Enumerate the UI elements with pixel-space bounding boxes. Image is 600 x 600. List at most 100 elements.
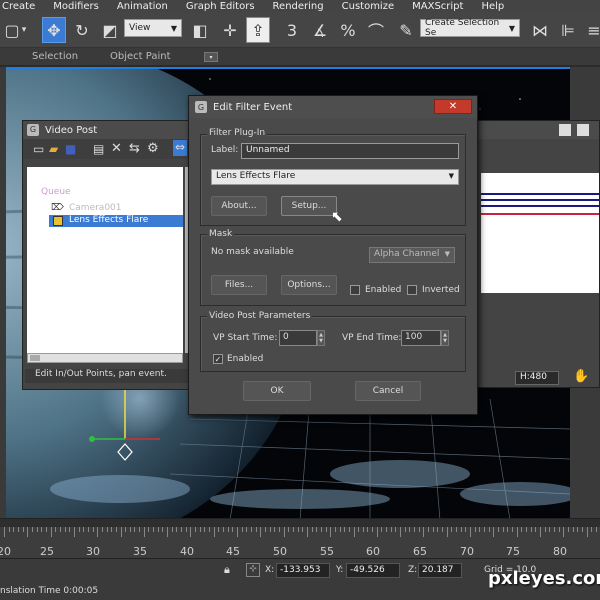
timeline-tick bbox=[591, 527, 593, 532]
x-coordinate[interactable]: -133.953 bbox=[276, 563, 330, 578]
enabled-checkbox[interactable]: ✓ bbox=[213, 354, 223, 364]
options-button[interactable]: Options... bbox=[281, 275, 337, 295]
tree-item-camera[interactable]: Camera001 bbox=[69, 203, 122, 213]
vp-end-input[interactable]: 100 bbox=[401, 330, 441, 346]
setup-button[interactable]: Setup... bbox=[281, 196, 337, 216]
keyboard-shortcut-icon[interactable]: ⇪ bbox=[246, 17, 270, 43]
new-sequence-icon[interactable]: ▭ bbox=[33, 142, 44, 156]
timeline-tick bbox=[549, 527, 551, 532]
edit-filter-event-dialog: G Edit Filter Event ✕ Filter Plug-In Lab… bbox=[188, 95, 478, 415]
chevron-down-icon[interactable]: ▾ bbox=[18, 17, 30, 43]
timeline-tick bbox=[316, 527, 318, 532]
rotate-icon[interactable]: ↻ bbox=[70, 17, 94, 43]
vp-start-spinner[interactable]: ▲ ▼ bbox=[317, 330, 325, 346]
mirror-icon[interactable]: ⋈ bbox=[528, 17, 552, 43]
named-selection-set[interactable]: Create Selection Se ▼ bbox=[420, 18, 520, 38]
angle-snap-icon[interactable]: ∡ bbox=[308, 17, 332, 43]
maximize-icon[interactable] bbox=[577, 124, 589, 136]
timeline-tick bbox=[115, 527, 117, 532]
y-coordinate[interactable]: -49.526 bbox=[346, 563, 400, 578]
timeline-tick bbox=[437, 527, 439, 532]
menu-customize[interactable]: Customize bbox=[333, 1, 404, 12]
mask-enabled-checkbox[interactable] bbox=[350, 285, 360, 295]
absolute-mode-icon[interactable]: ⊹ bbox=[246, 563, 260, 577]
timeline-tick bbox=[572, 527, 574, 532]
timeline-tick bbox=[283, 527, 285, 537]
execute-sequence-icon[interactable]: ⚙ bbox=[147, 141, 159, 156]
mask-group bbox=[200, 234, 466, 306]
edit-event-icon[interactable]: ▤ bbox=[93, 142, 104, 156]
about-button[interactable]: About... bbox=[211, 196, 267, 216]
no-mask-text: No mask available bbox=[211, 247, 294, 257]
edit-named-selection-icon[interactable]: ✎ bbox=[394, 17, 418, 43]
timeline-tick bbox=[470, 527, 471, 537]
scale-icon[interactable]: ◩ bbox=[98, 17, 122, 43]
dialog-titlebar: G Edit Filter Event ✕ bbox=[189, 96, 477, 118]
cancel-button[interactable]: Cancel bbox=[355, 381, 421, 401]
timeline-tick bbox=[22, 527, 24, 532]
pivot-icon[interactable]: ◧ bbox=[188, 17, 212, 43]
open-folder-icon[interactable]: ▰ bbox=[49, 142, 58, 156]
mask-channel-select[interactable]: Alpha Channel ▼ bbox=[369, 247, 455, 263]
ok-button[interactable]: OK bbox=[243, 381, 311, 401]
mask-enabled-label: Enabled bbox=[365, 285, 402, 295]
z-coordinate[interactable]: 20.187 bbox=[418, 563, 462, 578]
timeline-tick bbox=[288, 527, 290, 532]
menu-create[interactable]: Create bbox=[0, 1, 44, 12]
menu-graph-editors[interactable]: Graph Editors bbox=[177, 1, 264, 12]
timeline-tick bbox=[255, 527, 257, 532]
spinner-snap-icon[interactable]: ⌒ bbox=[364, 17, 388, 43]
timeline-label: 65 bbox=[413, 545, 427, 558]
percent-snap-icon[interactable]: % bbox=[336, 17, 360, 43]
translation-time: nslation Time 0:00:05 bbox=[0, 586, 99, 596]
swap-events-icon[interactable]: ⇆ bbox=[129, 141, 140, 156]
timeline-tick bbox=[120, 527, 122, 537]
ribbon-object-paint-tab[interactable]: Object Paint bbox=[110, 51, 171, 62]
ribbon-dropdown-button[interactable]: ▾ bbox=[204, 52, 218, 62]
timeline-tick bbox=[400, 527, 402, 537]
mouse-cursor-icon: ⬉ bbox=[331, 209, 343, 225]
save-icon[interactable]: ■ bbox=[65, 142, 76, 156]
select-move-icon[interactable]: ✥ bbox=[42, 17, 66, 43]
timeline[interactable]: 20 25 30 35 40 45 50 55 60 65 70 75 80 bbox=[0, 518, 600, 558]
files-button[interactable]: Files... bbox=[211, 275, 267, 295]
watermark: pxleyes.com bbox=[488, 568, 600, 589]
layer-icon[interactable]: ≡ bbox=[582, 17, 600, 43]
reference-coord-select[interactable]: View ▼ bbox=[124, 19, 182, 37]
snap-icon[interactable]: 3 bbox=[280, 17, 304, 43]
ribbon-selection-tab[interactable]: Selection bbox=[32, 51, 78, 62]
timeline-tick bbox=[8, 527, 10, 532]
label-input[interactable]: Unnamed bbox=[241, 143, 459, 159]
lock-icon[interactable]: 🔒︎ bbox=[224, 563, 230, 577]
tree-item-queue[interactable]: Queue bbox=[41, 187, 71, 197]
timeline-tick bbox=[395, 527, 397, 532]
timeline-tick bbox=[320, 527, 322, 532]
align-icon[interactable]: ⊫ bbox=[556, 17, 580, 43]
edit-range-icon[interactable]: ⇔ bbox=[173, 140, 187, 156]
manipulate-icon[interactable]: ✛ bbox=[218, 17, 242, 43]
delete-icon[interactable]: ✕ bbox=[111, 141, 122, 156]
timeline-tick bbox=[465, 527, 467, 532]
inverted-checkbox[interactable] bbox=[407, 285, 417, 295]
timeline-tick bbox=[595, 527, 597, 532]
track-panel[interactable] bbox=[481, 173, 599, 293]
timeline-tick bbox=[581, 527, 583, 532]
vp-start-input[interactable]: 0 bbox=[279, 330, 317, 346]
pan-hand-icon[interactable]: ✋ bbox=[573, 369, 589, 384]
vp-end-spinner[interactable]: ▲ ▼ bbox=[441, 330, 449, 346]
plugin-select[interactable]: Lens Effects Flare ▼ bbox=[211, 169, 459, 185]
timeline-label: 50 bbox=[273, 545, 287, 558]
horizontal-scrollbar[interactable] bbox=[27, 353, 183, 363]
menu-animation[interactable]: Animation bbox=[108, 1, 177, 12]
menu-help[interactable]: Help bbox=[472, 1, 513, 12]
menu-maxscript[interactable]: MAXScript bbox=[403, 1, 472, 12]
minimize-icon[interactable] bbox=[559, 124, 571, 136]
menu-rendering[interactable]: Rendering bbox=[264, 1, 333, 12]
close-button[interactable]: ✕ bbox=[434, 99, 472, 114]
queue-tree[interactable]: Queue ⌦ Camera001 Lens Effects Flare bbox=[27, 167, 183, 353]
timeline-tick bbox=[404, 527, 406, 532]
tree-item-lens-effects[interactable]: Lens Effects Flare bbox=[69, 215, 148, 225]
mask-channel-value: Alpha Channel bbox=[374, 249, 440, 259]
timeline-tick bbox=[264, 527, 266, 532]
menu-modifiers[interactable]: Modifiers bbox=[44, 1, 108, 12]
